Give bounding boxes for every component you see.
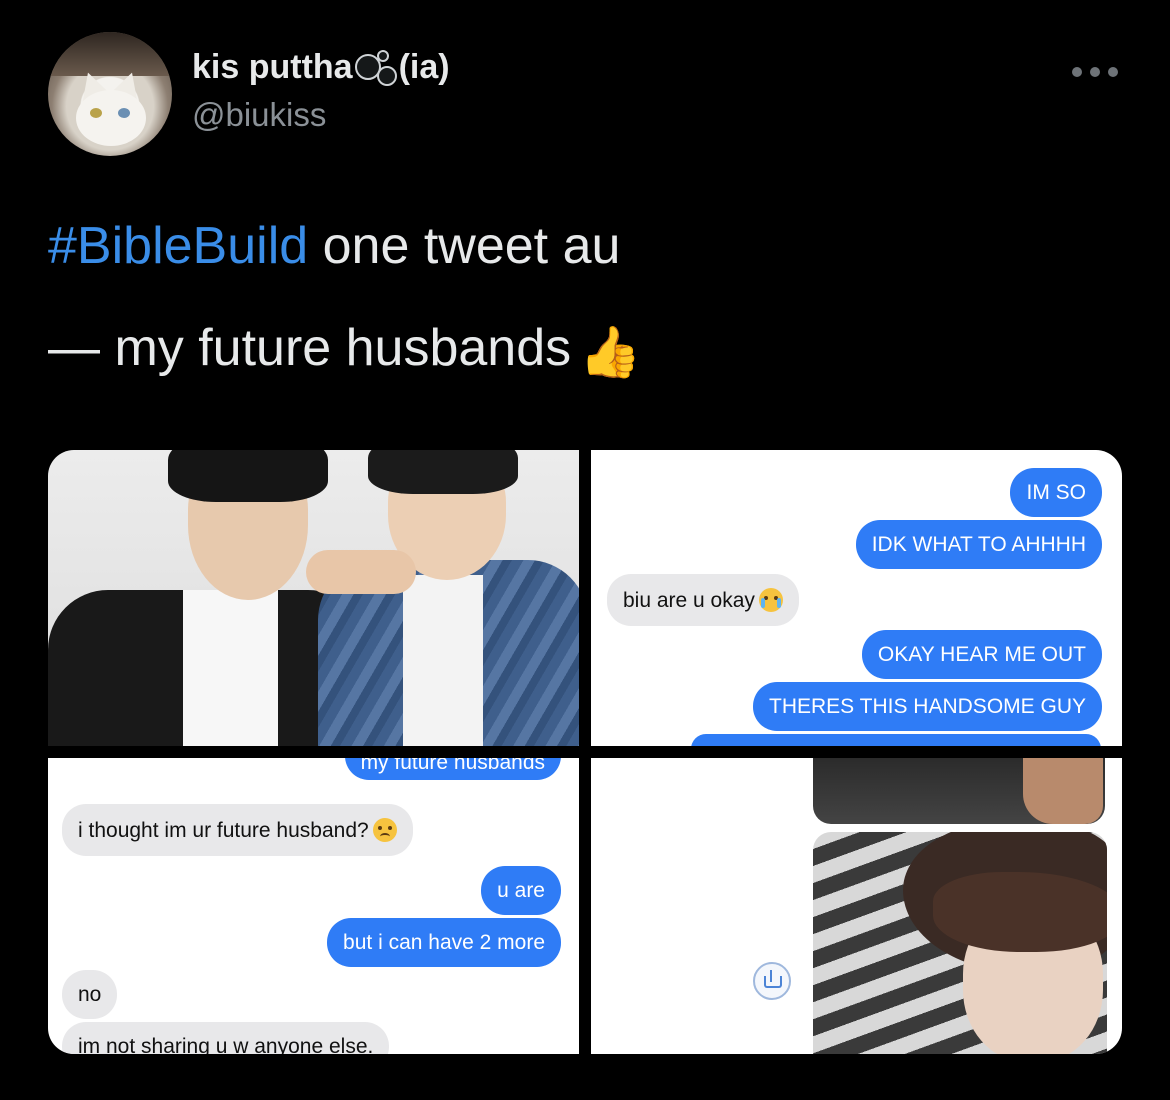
tweet-text-line1: #BibleBuild one tweet au	[48, 216, 620, 276]
avatar[interactable]	[48, 32, 172, 156]
sad-face-icon	[372, 818, 397, 842]
tweet-text-line2: — my future husbands 👍	[48, 318, 641, 382]
more-icon[interactable]	[1072, 62, 1118, 82]
chat-bubble-sent: my future husbands	[344, 758, 561, 780]
chat-bubble-received-text: biu are u okay	[623, 589, 755, 612]
media-photo-1[interactable]	[48, 450, 579, 746]
photo-figure	[183, 590, 278, 746]
photo-figure	[403, 575, 483, 746]
photo-figure	[168, 450, 328, 502]
tweet-text-line2-text: — my future husbands	[48, 319, 572, 377]
chat-bubble-sent: OKAY HEAR ME OUT	[861, 630, 1102, 679]
display-name[interactable]: kis puttha (ia)	[192, 48, 450, 87]
chat-bubble-sent: but i can have 2 more	[327, 918, 561, 967]
media-chat-2[interactable]: my future husbands i thought im ur futur…	[48, 758, 579, 1054]
thumbs-up-icon: 👍	[579, 324, 642, 380]
chat-bubble-received: biu are u okay	[607, 574, 799, 626]
username[interactable]: @biukiss	[192, 96, 326, 134]
chat-bubble-received: i thought im ur future husband?	[62, 804, 413, 856]
tweet: kis puttha (ia) @biukiss #BibleBuild one …	[0, 0, 1170, 1100]
chat-image-2	[813, 832, 1107, 1054]
chat-bubble-cut	[691, 734, 1101, 746]
chat-bubble-sent: IM SO	[1010, 468, 1102, 517]
media-grid: IM SO IDK WHAT TO AHHHH biu are u okay O…	[48, 450, 1122, 1054]
save-image-icon[interactable]	[753, 962, 791, 1000]
bubbles-icon	[353, 48, 399, 86]
hashtag-link[interactable]: #BibleBuild	[48, 217, 308, 275]
display-name-text: kis puttha	[192, 48, 353, 86]
chat-bubble-sent: THERES THIS HANDSOME GUY	[753, 682, 1102, 731]
chat-bubble-sent: IDK WHAT TO AHHHH	[855, 520, 1102, 569]
chat-bubble-received: no	[62, 970, 118, 1019]
chat-bubble-sent: u are	[481, 866, 561, 915]
photo-figure	[368, 450, 518, 494]
media-chat-3[interactable]	[591, 758, 1122, 1054]
display-name-suffix: (ia)	[398, 48, 450, 86]
crying-face-icon	[758, 588, 783, 612]
tweet-text-rest: one tweet au	[308, 217, 621, 275]
chat-image-1	[813, 758, 1105, 824]
media-chat-1[interactable]: IM SO IDK WHAT TO AHHHH biu are u okay O…	[591, 450, 1122, 746]
photo-figure	[306, 550, 416, 594]
chat-bubble-received: im not sharing u w anyone else.	[62, 1022, 390, 1054]
chat-bubble-received-text: i thought im ur future husband?	[78, 819, 369, 842]
